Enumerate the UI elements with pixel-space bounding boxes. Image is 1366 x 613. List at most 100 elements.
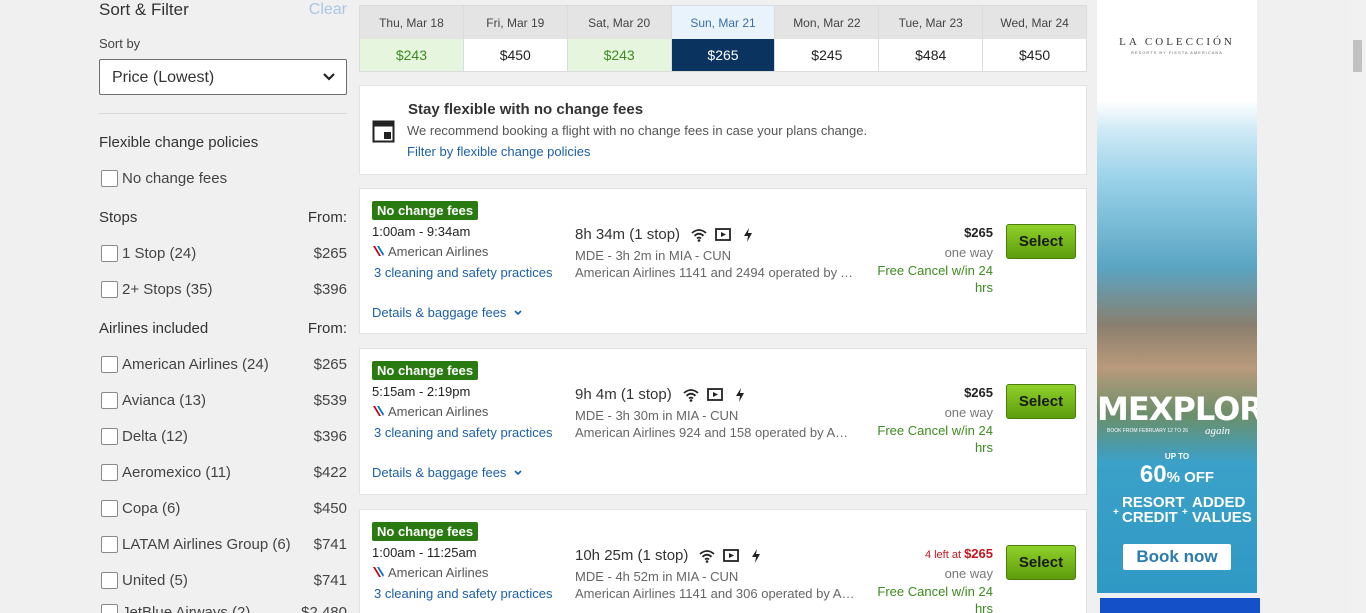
filter-price: $396 xyxy=(313,281,347,298)
checkbox[interactable] xyxy=(101,356,118,373)
plus-icon: + xyxy=(1182,507,1188,518)
flight-route: MDE - 3h 30m in MIA - CUN xyxy=(575,408,739,423)
date-price: $450 xyxy=(463,39,567,71)
sidebar-title: Sort & Filter xyxy=(99,0,189,19)
no-change-fees-badge: No change fees xyxy=(372,361,479,380)
airline-name: American Airlines xyxy=(372,565,488,580)
screen-icon xyxy=(707,388,723,401)
screen-icon xyxy=(715,228,731,241)
safety-practices-link[interactable]: 3 cleaning and safety practices xyxy=(374,586,553,601)
select-button[interactable]: Select xyxy=(1006,384,1076,419)
filter-stop-1[interactable]: 1 Stop (24) $265 xyxy=(99,243,347,265)
filter-label: Copa (6) xyxy=(122,500,181,517)
flight-price: $265 xyxy=(964,225,993,240)
flight-times: 1:00am - 9:34am xyxy=(372,224,471,239)
date-label: Wed, Mar 24 xyxy=(983,6,1087,39)
advertisement-banner[interactable]: LA COLECCIÓN RESORTS BY FIESTA AMERICANA… xyxy=(1097,0,1257,593)
operated-by: American Airlines 1141 and 2494 operated… xyxy=(575,265,857,280)
power-icon xyxy=(744,228,752,242)
date-option[interactable]: Tue, Mar 23 $484 xyxy=(879,6,984,71)
flight-route: MDE - 3h 2m in MIA - CUN xyxy=(575,248,732,263)
date-label: Mon, Mar 22 xyxy=(775,6,879,39)
clear-filters-link[interactable]: Clear xyxy=(309,1,347,19)
scrollbar-thumb[interactable] xyxy=(1353,40,1362,72)
checkbox[interactable] xyxy=(101,604,118,613)
filter-airline[interactable]: Aeromexico (11) $422 xyxy=(99,462,347,484)
filter-stop-2plus[interactable]: 2+ Stops (35) $396 xyxy=(99,279,347,301)
filter-airline[interactable]: United (5) $741 xyxy=(99,570,347,592)
select-button[interactable]: Select xyxy=(1006,224,1076,259)
checkbox[interactable] xyxy=(101,170,118,187)
filter-label: Delta (12) xyxy=(122,428,188,445)
filter-airline[interactable]: Copa (6) $450 xyxy=(99,498,347,520)
details-baggage-link[interactable]: Details & baggage fees xyxy=(372,305,522,320)
filter-label: Avianca (13) xyxy=(122,392,206,409)
filter-airline[interactable]: Delta (12) $396 xyxy=(99,426,347,448)
airline-label: American Airlines xyxy=(388,565,489,580)
sort-select[interactable]: Price (Lowest) xyxy=(99,59,347,95)
filter-label: United (5) xyxy=(122,572,188,589)
date-option-selected[interactable]: Sun, Mar 21 $265 xyxy=(671,6,776,71)
filter-airline[interactable]: JetBlue Airways (2) $2,480 xyxy=(99,602,347,613)
flight-times: 5:15am - 2:19pm xyxy=(372,384,471,399)
select-button[interactable]: Select xyxy=(1006,545,1076,580)
flex-policies-title: Flexible change policies xyxy=(99,134,259,151)
filter-no-change-fees[interactable]: No change fees xyxy=(99,168,347,190)
filter-label: 2+ Stops (35) xyxy=(122,281,213,298)
date-option[interactable]: Thu, Mar 18 $243 xyxy=(360,6,464,71)
ad-book-now-button[interactable]: Book now xyxy=(1123,544,1231,570)
wifi-icon xyxy=(691,229,707,242)
date-option[interactable]: Sat, Mar 20 $243 xyxy=(567,6,672,71)
filter-price: $741 xyxy=(313,536,347,553)
filter-price: $396 xyxy=(313,428,347,445)
checkbox[interactable] xyxy=(101,392,118,409)
price-box: $265 xyxy=(964,384,993,402)
date-option[interactable]: Wed, Mar 24 $450 xyxy=(983,6,1087,71)
checkbox[interactable] xyxy=(101,500,118,517)
filter-airline[interactable]: LATAM Airlines Group (6) $741 xyxy=(99,534,347,556)
filter-airline[interactable]: Avianca (13) $539 xyxy=(99,390,347,412)
date-option[interactable]: Mon, Mar 22 $245 xyxy=(775,6,880,71)
screen-icon xyxy=(723,549,739,562)
checkbox[interactable] xyxy=(101,572,118,589)
no-change-fees-badge: No change fees xyxy=(372,522,479,541)
ad-perk: RESORT CREDIT xyxy=(1122,494,1185,526)
flight-price: $265 xyxy=(964,546,993,561)
ad-script: again xyxy=(1205,425,1231,437)
filter-label: Aeromexico (11) xyxy=(122,464,231,481)
operated-by: American Airlines 924 and 158 operated b… xyxy=(575,425,857,440)
date-label: Fri, Mar 19 xyxy=(463,6,567,39)
filter-price: $539 xyxy=(313,392,347,409)
checkbox[interactable] xyxy=(101,281,118,298)
chevron-down-icon xyxy=(514,470,522,476)
ad-perk: ADDED VALUES xyxy=(1192,494,1252,526)
airlines-from-label: From: xyxy=(307,320,347,337)
filter-label: JetBlue Airways (2) xyxy=(122,604,251,613)
checkbox[interactable] xyxy=(101,464,118,481)
sort-by-label: Sort by xyxy=(99,36,141,51)
advertisement-banner-2[interactable] xyxy=(1100,598,1260,613)
power-icon xyxy=(752,549,760,563)
chevron-down-icon xyxy=(323,73,335,81)
safety-practices-link[interactable]: 3 cleaning and safety practices xyxy=(374,425,553,440)
price-box: 4 left at $265 xyxy=(925,545,993,563)
details-label: Details & baggage fees xyxy=(372,305,507,320)
details-label: Details & baggage fees xyxy=(372,465,507,480)
safety-practices-link[interactable]: 3 cleaning and safety practices xyxy=(374,265,553,280)
seats-left: 4 left at xyxy=(924,549,965,561)
date-label: Sun, Mar 21 xyxy=(671,6,775,39)
airline-label: American Airlines xyxy=(388,244,489,259)
filter-flexible-link[interactable]: Filter by flexible change policies xyxy=(407,144,591,159)
filter-airline[interactable]: American Airlines (24) $265 xyxy=(99,354,347,376)
free-cancel-note: Free Cancel w/in 24 hrs xyxy=(877,423,993,455)
page-scrollbar[interactable] xyxy=(1349,0,1366,613)
checkbox[interactable] xyxy=(101,245,118,262)
flight-card: No change fees 1:00am - 9:34am American … xyxy=(359,188,1087,334)
date-option[interactable]: Fri, Mar 19 $450 xyxy=(463,6,568,71)
filter-price: $265 xyxy=(313,356,347,373)
chevron-down-icon xyxy=(514,310,522,316)
details-baggage-link[interactable]: Details & baggage fees xyxy=(372,465,522,480)
checkbox[interactable] xyxy=(101,536,118,553)
checkbox[interactable] xyxy=(101,428,118,445)
date-price: $243 xyxy=(360,39,463,71)
